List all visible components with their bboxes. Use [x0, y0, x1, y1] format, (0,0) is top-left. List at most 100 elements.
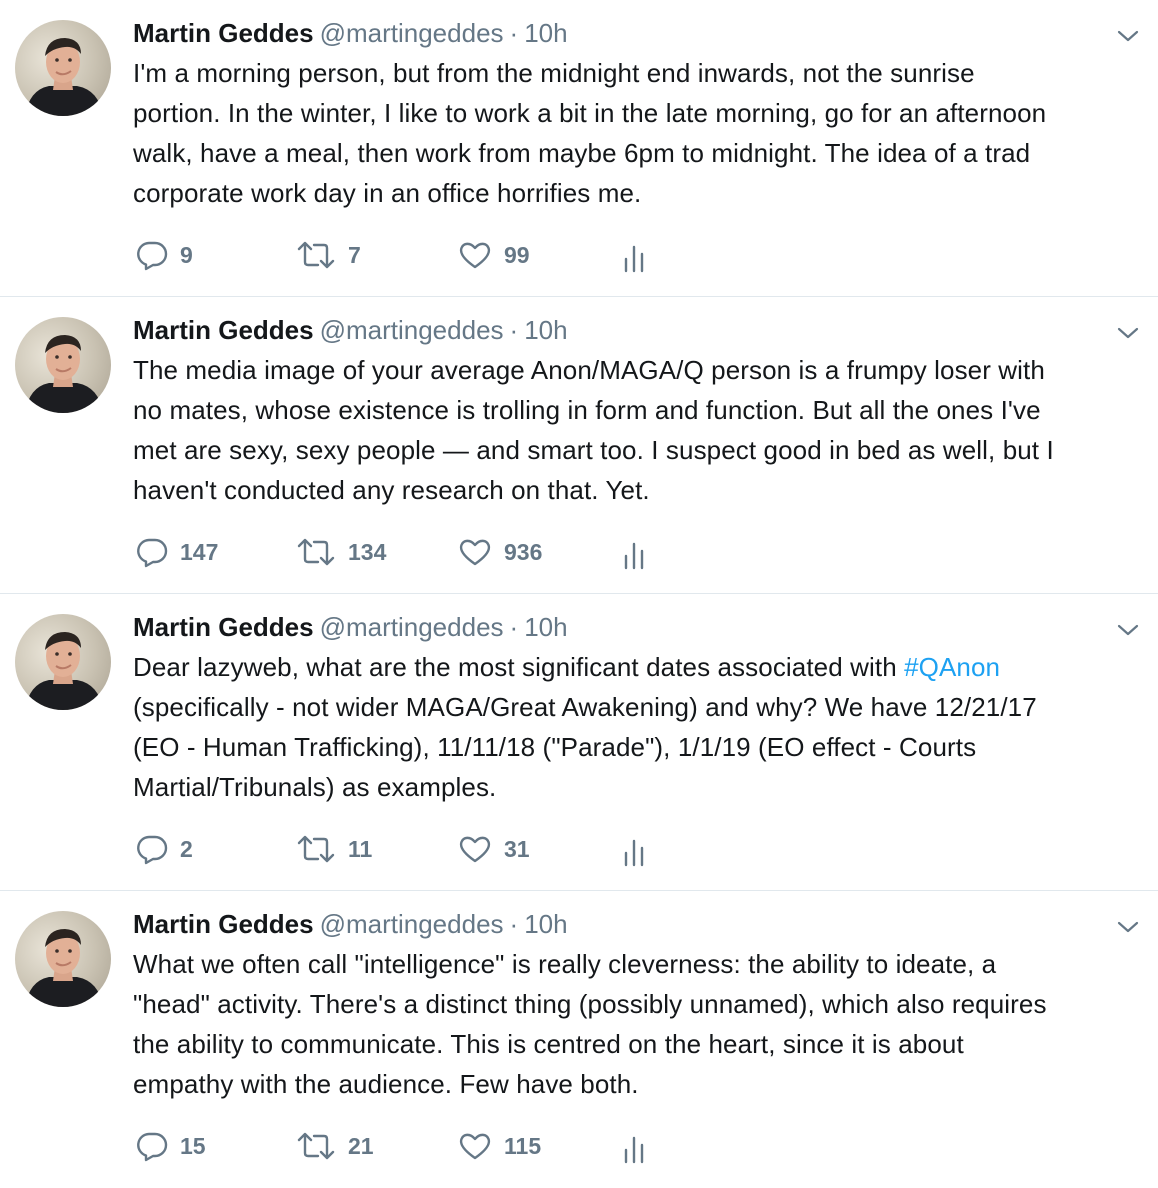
analytics-button[interactable] [620, 831, 648, 867]
tweet-timestamp[interactable]: 10h [524, 612, 567, 642]
retweet-button[interactable]: 21 [296, 1128, 374, 1164]
reply-button[interactable]: 2 [136, 831, 193, 867]
chevron-down-icon[interactable] [1116, 618, 1140, 642]
chevron-down-icon[interactable] [1116, 321, 1140, 345]
tweet-text: I'm a morning person, but from the midni… [133, 53, 1138, 213]
separator-dot: · [509, 315, 519, 345]
tweet-text: The media image of your average Anon/MAG… [133, 350, 1138, 510]
separator-dot: · [509, 909, 519, 939]
reply-button[interactable]: 147 [136, 534, 218, 570]
tweet-text-line: (specifically - not wider MAGA/Great Awa… [133, 692, 1037, 722]
tweet-text-line: (EO - Human Trafficking), 11/11/18 ("Par… [133, 732, 977, 762]
avatar[interactable] [15, 911, 111, 1007]
author-handle[interactable]: @martingeddes [320, 909, 504, 939]
tweet-text-line: What we often call "intelligence" is rea… [133, 949, 997, 979]
tweet-timestamp[interactable]: 10h [524, 909, 567, 939]
retweet-count: 134 [348, 538, 387, 565]
like-count: 99 [504, 241, 530, 268]
tweet-timestamp[interactable]: 10h [524, 18, 567, 48]
analytics-button[interactable] [620, 1128, 648, 1164]
retweet-button[interactable]: 7 [296, 237, 361, 273]
tweet-text-line: haven't conducted any research on that. … [133, 475, 650, 505]
analytics-icon [624, 1136, 644, 1164]
tweet-text: Dear lazyweb, what are the most signific… [133, 647, 1138, 807]
like-count: 936 [504, 538, 543, 565]
tweet-text-line: Dear lazyweb, what are the most signific… [133, 647, 1138, 687]
tweet-header: Martin Geddes @martingeddes · 10h [133, 16, 568, 50]
chevron-down-icon[interactable] [1116, 915, 1140, 939]
tweet[interactable]: Martin Geddes @martingeddes · 10h Dear lazy… [0, 594, 1158, 891]
tweet-header: Martin Geddes @martingeddes · 10h [133, 610, 568, 644]
tweet-timestamp[interactable]: 10h [524, 315, 567, 345]
tweet-actions: 15 21 115 [136, 1128, 736, 1164]
author-name[interactable]: Martin Geddes [133, 18, 314, 48]
author-handle[interactable]: @martingeddes [320, 18, 504, 48]
author-name[interactable]: Martin Geddes [133, 315, 314, 345]
retweet-icon [297, 538, 335, 566]
tweet-text-line: "head" activity. There's a distinct thin… [133, 989, 1047, 1019]
avatar[interactable] [15, 20, 111, 116]
like-button[interactable]: 936 [458, 534, 542, 570]
heart-icon [459, 836, 491, 863]
like-button[interactable]: 115 [458, 1128, 541, 1164]
avatar[interactable] [15, 317, 111, 413]
tweet[interactable]: Martin Geddes @martingeddes · 10h The media… [0, 297, 1158, 594]
tweet-feed: Martin Geddes @martingeddes · 10h I'm a mor… [0, 0, 1158, 1188]
tweet-header: Martin Geddes @martingeddes · 10h [133, 907, 568, 941]
analytics-button[interactable] [620, 237, 648, 273]
reply-button[interactable]: 9 [136, 237, 193, 273]
author-name[interactable]: Martin Geddes [133, 909, 314, 939]
retweet-count: 11 [348, 835, 373, 862]
separator-dot: · [509, 612, 519, 642]
tweet-header: Martin Geddes @martingeddes · 10h [133, 313, 568, 347]
tweet-actions: 9 7 99 [136, 237, 736, 273]
tweet[interactable]: Martin Geddes @martingeddes · 10h I'm a mor… [0, 0, 1158, 297]
analytics-button[interactable] [620, 534, 648, 570]
tweet-text-line: no mates, whose existence is trolling in… [133, 395, 1041, 425]
tweet-text-line: portion. In the winter, I like to work a… [133, 98, 1047, 128]
retweet-button[interactable]: 11 [296, 831, 372, 867]
reply-icon [137, 835, 168, 865]
author-handle[interactable]: @martingeddes [320, 612, 504, 642]
like-button[interactable]: 99 [458, 237, 530, 273]
tweet-text-line: the ability to communicate. This is cent… [133, 1029, 964, 1059]
analytics-icon [624, 245, 644, 273]
avatar[interactable] [15, 614, 111, 710]
reply-count: 2 [180, 835, 193, 862]
heart-icon [459, 539, 491, 566]
tweet-text-line: The media image of your average Anon/MAG… [133, 355, 1045, 385]
tweet[interactable]: Martin Geddes @martingeddes · 10h What we o… [0, 891, 1158, 1188]
like-count: 115 [504, 1132, 542, 1159]
retweet-icon [297, 241, 335, 269]
separator-dot: · [509, 18, 519, 48]
tweet-text-line: empathy with the audience. Few have both… [133, 1069, 639, 1099]
author-name[interactable]: Martin Geddes [133, 612, 314, 642]
tweet-actions: 2 11 31 [136, 831, 736, 867]
tweet-text: What we often call "intelligence" is rea… [133, 944, 1138, 1104]
retweet-icon [297, 835, 335, 863]
retweet-icon [297, 1132, 335, 1160]
tweet-text-line: Martial/Tribunals) as examples. [133, 772, 497, 802]
heart-icon [459, 1133, 491, 1160]
analytics-icon [624, 542, 644, 570]
reply-button[interactable]: 15 [136, 1128, 206, 1164]
author-handle[interactable]: @martingeddes [320, 315, 504, 345]
tweet-text-line: I'm a morning person, but from the midni… [133, 58, 975, 88]
retweet-button[interactable]: 134 [296, 534, 386, 570]
tweet-text-line: met are sexy, sexy people — and smart to… [133, 435, 1054, 465]
chevron-down-icon[interactable] [1116, 24, 1140, 48]
analytics-icon [624, 839, 644, 867]
like-count: 31 [504, 835, 530, 862]
reply-icon [137, 538, 168, 568]
like-button[interactable]: 31 [458, 831, 530, 867]
tweet-text-line: walk, have a meal, then work from maybe … [133, 138, 1031, 168]
reply-count: 147 [180, 538, 219, 565]
retweet-count: 21 [348, 1132, 374, 1159]
reply-count: 15 [180, 1132, 206, 1159]
tweet-actions: 147 134 936 [136, 534, 736, 570]
hashtag-link[interactable]: #QAnon [904, 652, 1000, 682]
reply-icon [137, 1132, 168, 1162]
retweet-count: 7 [348, 241, 361, 268]
reply-icon [137, 241, 168, 271]
tweet-text-line: corporate work day in an office horrifie… [133, 178, 642, 208]
